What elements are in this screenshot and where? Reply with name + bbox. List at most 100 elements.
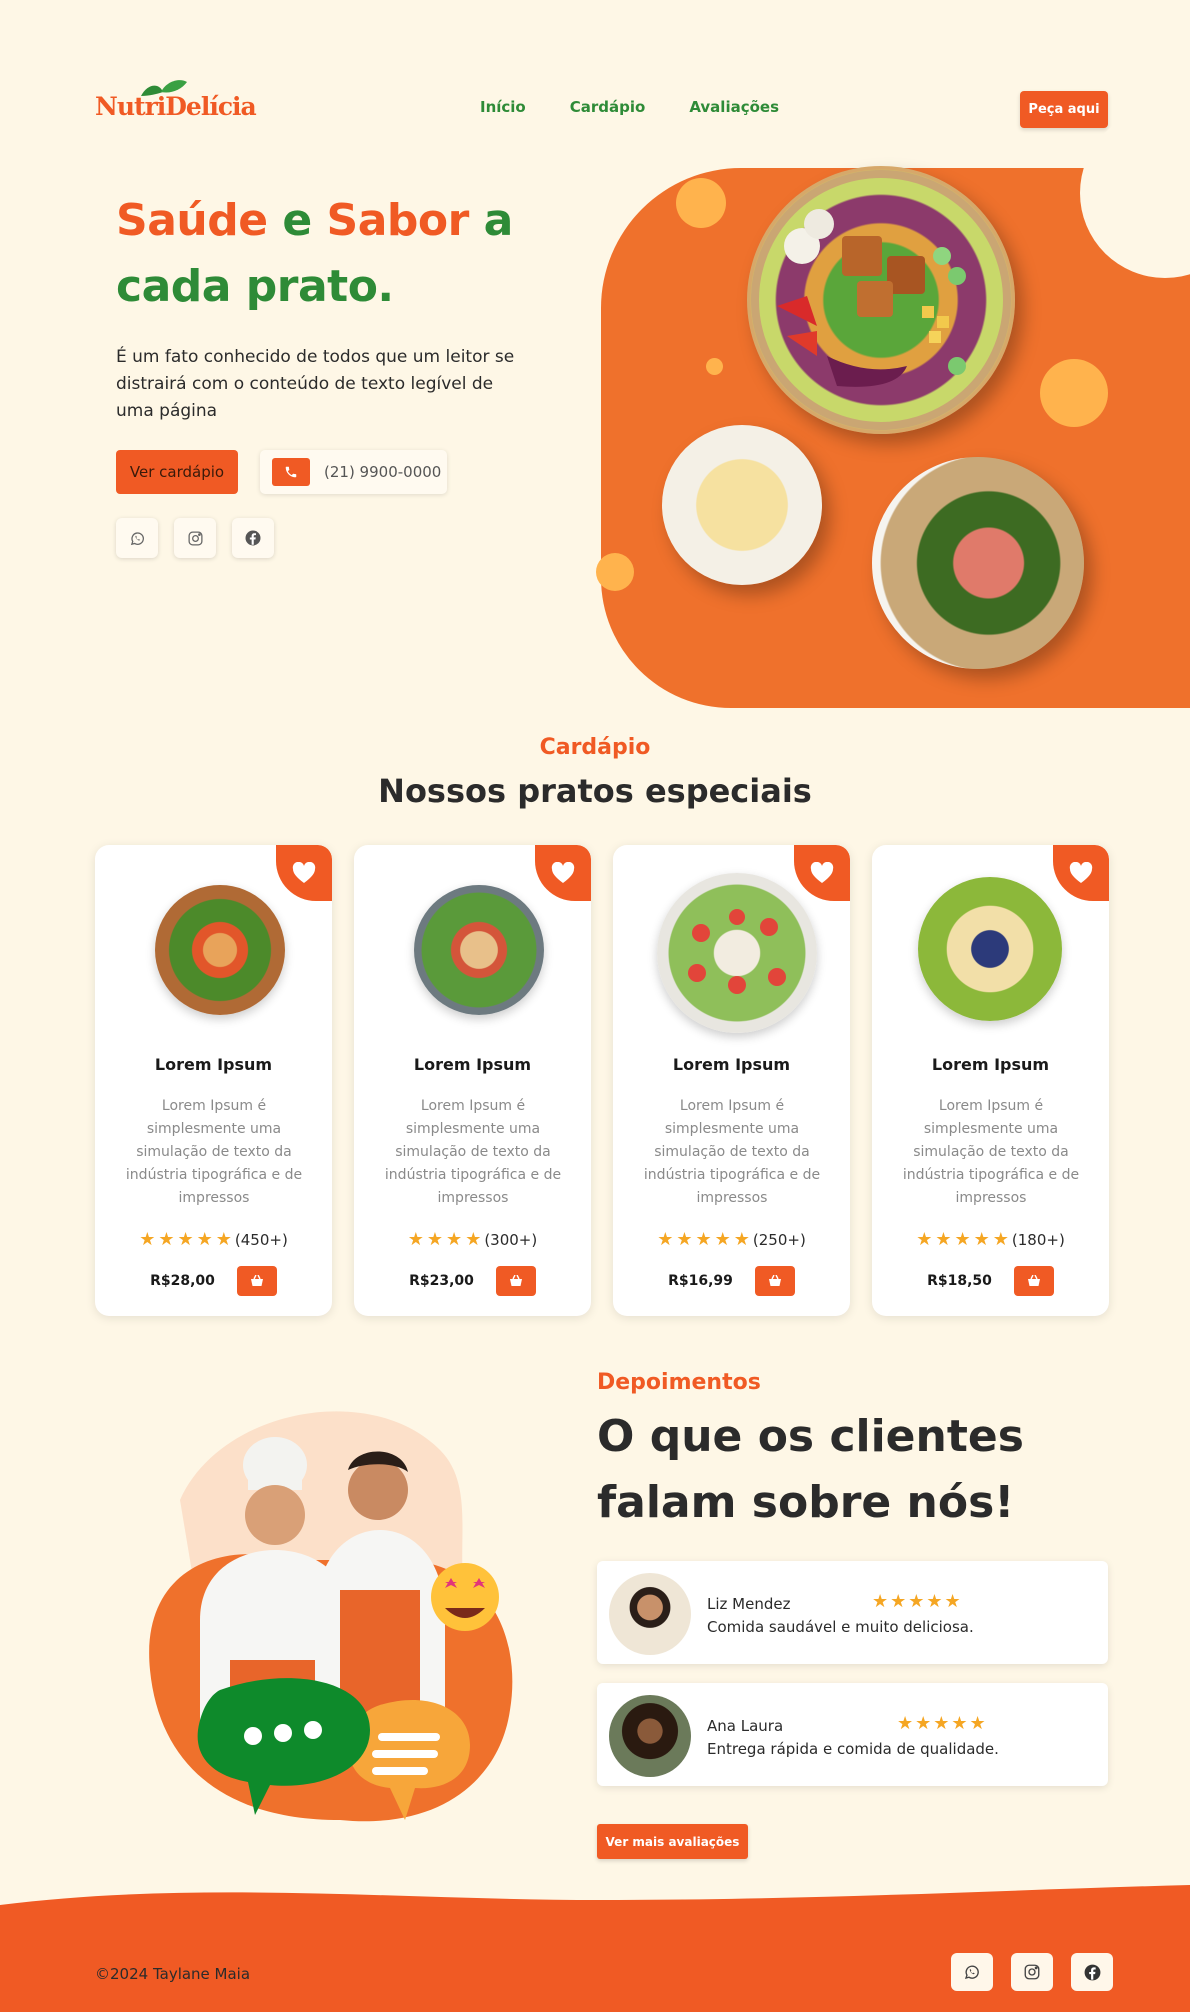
basket-icon[interactable] (236, 1266, 277, 1296)
main-nav: Início Cardápio Avaliações (480, 98, 779, 116)
nav-item-cardapio[interactable]: Cardápio (570, 98, 646, 116)
phone-contact[interactable]: (21) 9900-0000 (260, 450, 447, 494)
dish-rating: ★ ★ ★ ★ ★ (250+) (613, 1229, 850, 1250)
salad-bowl-image (747, 166, 1015, 434)
hero-title: Saúde e Sabor a cada prato. (116, 195, 513, 312)
dish-description: Lorem Ipsum é simplesmente uma simulação… (902, 1098, 1080, 1206)
star-icon: ★ (446, 1229, 463, 1250)
heart-icon[interactable] (276, 845, 332, 901)
reviewer-name: Ana Laura (707, 1717, 784, 1735)
review-stars: ★★★★★ (897, 1713, 988, 1734)
whatsapp-icon[interactable] (951, 1953, 993, 1991)
rating-count: (450+) (234, 1230, 288, 1249)
star-icon: ★ (695, 1229, 712, 1250)
footer-socials (951, 1953, 1113, 1991)
reviewer-name: Liz Mendez (707, 1595, 791, 1613)
star-icon: ★ (733, 1229, 750, 1250)
star-icon: ★ (954, 1229, 971, 1250)
avatar (609, 1695, 691, 1777)
star-icon: ★ (158, 1229, 175, 1250)
order-button[interactable]: Peça aqui (1020, 91, 1108, 128)
whatsapp-icon[interactable] (116, 518, 158, 558)
star-icon: ★ (426, 1229, 444, 1250)
star-icon: ★ (465, 1229, 482, 1250)
instagram-icon[interactable] (1011, 1953, 1053, 1991)
dish-name: Lorem Ipsum (672, 1055, 791, 1074)
heart-icon[interactable] (535, 845, 591, 901)
rating-count: (300+) (484, 1230, 538, 1249)
basket-icon[interactable] (754, 1266, 795, 1296)
dish-name: Lorem Ipsum (154, 1055, 273, 1074)
salad-detail (751, 170, 1011, 430)
copyright: ©2024 Taylane Maia (95, 1965, 251, 1983)
phone-number: (21) 9900-0000 (324, 463, 442, 481)
dish-image (155, 885, 285, 1015)
dish-card[interactable]: Lorem Ipsum Lorem Ipsum é simplesmente u… (354, 845, 591, 1316)
star-icon: ★ (196, 1229, 213, 1250)
star-icon: ★ (973, 1229, 990, 1250)
menu-section-kicker: Cardápio (539, 735, 651, 760)
dish-price: R$18,50 (927, 1273, 992, 1289)
review-card: Liz Mendez ★★★★★ Comida saudável e muito… (597, 1561, 1108, 1664)
dish-cards: Lorem Ipsum Lorem Ipsum é simplesmente u… (95, 845, 1109, 1316)
decor-dot (1040, 359, 1108, 427)
star-icon: ★ (935, 1229, 952, 1250)
view-menu-button[interactable]: Ver cardápio (116, 450, 238, 494)
testimonials-title: O que os clientes falam sobre nós! (597, 1411, 1024, 1528)
basket-icon[interactable] (1013, 1266, 1054, 1296)
avatar (609, 1573, 691, 1655)
review-card: Ana Laura ★★★★★ Entrega rápida e comida … (597, 1683, 1108, 1786)
heart-icon[interactable] (1053, 845, 1109, 901)
logo-text: NutriDelícia (95, 92, 257, 121)
chefs-illustration (149, 1411, 513, 1822)
menu-section-title: Nossos pratos especiais (378, 772, 812, 810)
decor-dot (706, 358, 723, 375)
dish-image (657, 873, 817, 1033)
dish-card[interactable]: Lorem Ipsum Lorem Ipsum é simplesmente u… (613, 845, 850, 1316)
footer-wave (0, 1885, 1190, 2012)
nav-item-inicio[interactable]: Início (480, 98, 526, 116)
star-icon: ★ (657, 1229, 674, 1250)
hero-socials (116, 518, 274, 558)
logo[interactable]: NutriDelícia (95, 80, 257, 130)
decor-dot (676, 178, 726, 228)
nav-item-avaliacoes[interactable]: Avaliações (689, 98, 779, 116)
dish-description: Lorem Ipsum é simplesmente uma simulação… (125, 1098, 303, 1206)
dish-price: R$28,00 (150, 1273, 215, 1289)
ceviche-bowl-image (662, 425, 822, 585)
hero-description: É um fato conhecido de todos que um leit… (116, 347, 515, 421)
facebook-icon[interactable] (1071, 1953, 1113, 1991)
salmon-plate-image (872, 457, 1084, 669)
facebook-icon[interactable] (232, 518, 274, 558)
phone-icon (272, 458, 310, 486)
dish-image (918, 877, 1062, 1021)
header: NutriDelícia Início Cardápio Avaliações … (0, 0, 1190, 160)
testimonials-kicker: Depoimentos (597, 1370, 761, 1395)
dish-card[interactable]: Lorem Ipsum Lorem Ipsum é simplesmente u… (872, 845, 1109, 1316)
star-icon: ★ (139, 1229, 156, 1250)
strawberry-detail (688, 909, 786, 994)
dish-rating: ★ ★ ★ ★ ★ (180+) (872, 1229, 1109, 1250)
instagram-icon[interactable] (174, 518, 216, 558)
review-text: Entrega rápida e comida de qualidade. (707, 1740, 999, 1758)
star-icon: ★ (676, 1229, 693, 1250)
dish-rating: ★ ★ ★ ★ ★ (450+) (95, 1229, 332, 1250)
price-row: R$28,00 (95, 1266, 332, 1296)
dish-description: Lorem Ipsum é simplesmente uma simulação… (384, 1098, 562, 1206)
rating-count: (180+) (1011, 1230, 1065, 1249)
dish-name: Lorem Ipsum (413, 1055, 532, 1074)
rating-count: (250+) (752, 1230, 806, 1249)
dish-price: R$23,00 (409, 1273, 474, 1289)
basket-icon[interactable] (495, 1266, 536, 1296)
price-row: R$16,99 (613, 1266, 850, 1296)
dish-name: Lorem Ipsum (931, 1055, 1050, 1074)
more-reviews-button[interactable]: Ver mais avaliações (597, 1824, 748, 1859)
review-stars: ★★★★★ (872, 1591, 963, 1612)
price-row: R$18,50 (872, 1266, 1109, 1296)
dish-card[interactable]: Lorem Ipsum Lorem Ipsum é simplesmente u… (95, 845, 332, 1316)
star-icon: ★ (714, 1229, 731, 1250)
dish-price: R$16,99 (668, 1273, 733, 1289)
price-row: R$23,00 (354, 1266, 591, 1296)
decor-dot (596, 553, 634, 591)
review-text: Comida saudável e muito deliciosa. (707, 1618, 974, 1636)
